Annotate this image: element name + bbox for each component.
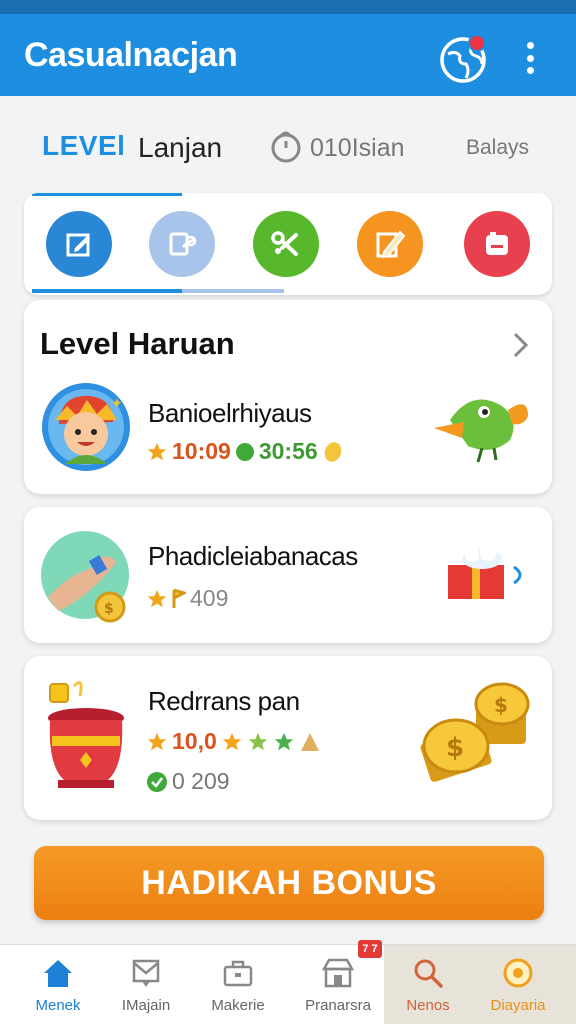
reward-row3-coin-value: 0 209 xyxy=(172,768,230,794)
badge-icon xyxy=(300,732,319,751)
chevron-right-icon[interactable] xyxy=(510,330,532,360)
svg-text:✦: ✦ xyxy=(111,396,123,412)
nav-item-makerie[interactable]: Makerie xyxy=(190,945,286,1024)
arrow-right-icon[interactable] xyxy=(510,563,530,587)
nav-label: Diayaria xyxy=(490,997,546,1014)
star-icon xyxy=(147,732,167,750)
category-progress-active xyxy=(32,289,182,293)
briefcase-icon xyxy=(223,960,253,987)
category-scissors[interactable] xyxy=(253,211,319,277)
category-progress-secondary xyxy=(182,289,284,293)
pencil-icon xyxy=(376,230,406,259)
star-icon xyxy=(147,442,167,460)
camera-icon xyxy=(486,232,508,255)
reward-row3-star-value: 10,0 xyxy=(172,728,217,754)
category-top-indicator xyxy=(32,193,182,196)
hand-coin-image: $ xyxy=(41,531,129,623)
category-edit-note[interactable] xyxy=(149,211,215,277)
category-edit-square[interactable] xyxy=(46,211,112,277)
svg-text:$: $ xyxy=(446,733,464,763)
reward-row3-stats: 10,0 xyxy=(146,728,321,755)
more-menu-button[interactable] xyxy=(520,38,540,78)
nav-label: Pranarsra xyxy=(305,997,371,1014)
days-link[interactable]: Balays xyxy=(466,136,529,160)
star-icon xyxy=(147,589,167,607)
svg-text:$: $ xyxy=(104,601,114,617)
store-icon xyxy=(321,958,355,988)
kebab-dot xyxy=(526,67,534,74)
reward-card-pot[interactable]: Redrrans pan 10,0 0 209 $ $ xyxy=(24,656,552,820)
bonus-button[interactable]: HADIKAH BONUS xyxy=(34,846,544,920)
levels-card: Level Haruan ✦ Banioelrhiyaus 10:09 30:5… xyxy=(24,300,552,494)
level-header: LEVEl Lanjan 010Isian Balays xyxy=(0,112,576,182)
star-icon xyxy=(274,732,293,750)
reward-row2-title: Phadicleiabanacas xyxy=(148,541,358,571)
reward-row3-coin-stat: 0 209 xyxy=(146,768,230,795)
level-row-title: Banioelrhiyaus xyxy=(148,398,312,428)
kebab-dot xyxy=(526,54,534,62)
coin-icon xyxy=(324,441,341,462)
level-word: LEVEl xyxy=(42,130,126,161)
nav-label: Nenos xyxy=(406,997,450,1014)
reward-row2-stats: 409 xyxy=(146,585,228,612)
nav-badge: 7 7 xyxy=(358,940,382,958)
notification-dot xyxy=(468,34,486,52)
level-name: Lanjan xyxy=(138,132,223,163)
app-title: Casualnacjan xyxy=(24,35,238,74)
status-bar xyxy=(0,0,576,14)
treasure-pot-image xyxy=(48,681,124,788)
nav-item-imajain[interactable]: IMajain xyxy=(98,945,194,1024)
star-icon xyxy=(248,732,267,750)
reward-card-hand[interactable]: $ Phadicleiabanacas 409 xyxy=(24,507,552,643)
edit-square-icon xyxy=(66,233,90,257)
app-bar: Casualnacjan xyxy=(0,14,576,96)
gift-box-icon xyxy=(448,545,504,599)
category-pencil[interactable] xyxy=(357,211,423,277)
nav-label: IMajain xyxy=(121,997,171,1014)
kebab-dot xyxy=(526,42,534,49)
avatar: ✦ xyxy=(42,383,130,471)
nav-item-diayaria[interactable]: Diayaria xyxy=(470,945,566,1024)
nav-item-nenos[interactable]: Nenos xyxy=(380,945,476,1024)
globe-button[interactable] xyxy=(438,34,488,84)
gem-icon xyxy=(147,771,167,792)
flag-icon xyxy=(172,588,186,608)
timer-text: 010Isian xyxy=(310,134,405,162)
reward-row3-title: Redrrans pan xyxy=(148,686,300,716)
timer-icon xyxy=(271,131,301,163)
gold-coins-icon: $ $ xyxy=(420,682,530,782)
nav-item-menek[interactable]: Menek xyxy=(10,945,106,1024)
svg-text:$: $ xyxy=(494,693,508,717)
mail-icon xyxy=(132,959,160,987)
category-camera[interactable] xyxy=(464,211,530,277)
star-icon xyxy=(222,732,241,750)
levels-card-title: Level Haruan xyxy=(40,326,235,361)
level-row-coin-value: 30:56 xyxy=(258,438,318,464)
level-row-star-value: 10:09 xyxy=(172,438,231,464)
level-row-stats: 10:09 30:56 xyxy=(146,438,344,465)
scissors-icon xyxy=(271,231,298,256)
category-bar xyxy=(24,193,552,295)
nav-label: Makerie xyxy=(211,997,265,1014)
gem-icon xyxy=(235,442,254,461)
bottom-nav: Menek IMajain Makerie Pranarsra Nenos Di… xyxy=(0,944,576,1024)
bird-icon[interactable] xyxy=(432,390,532,466)
search-icon xyxy=(414,959,443,988)
nav-label: Menek xyxy=(35,997,81,1014)
reward-row2-star-value: 409 xyxy=(190,585,229,611)
home-icon xyxy=(44,960,72,987)
coin-icon xyxy=(503,958,533,988)
edit-note-icon xyxy=(169,232,197,256)
